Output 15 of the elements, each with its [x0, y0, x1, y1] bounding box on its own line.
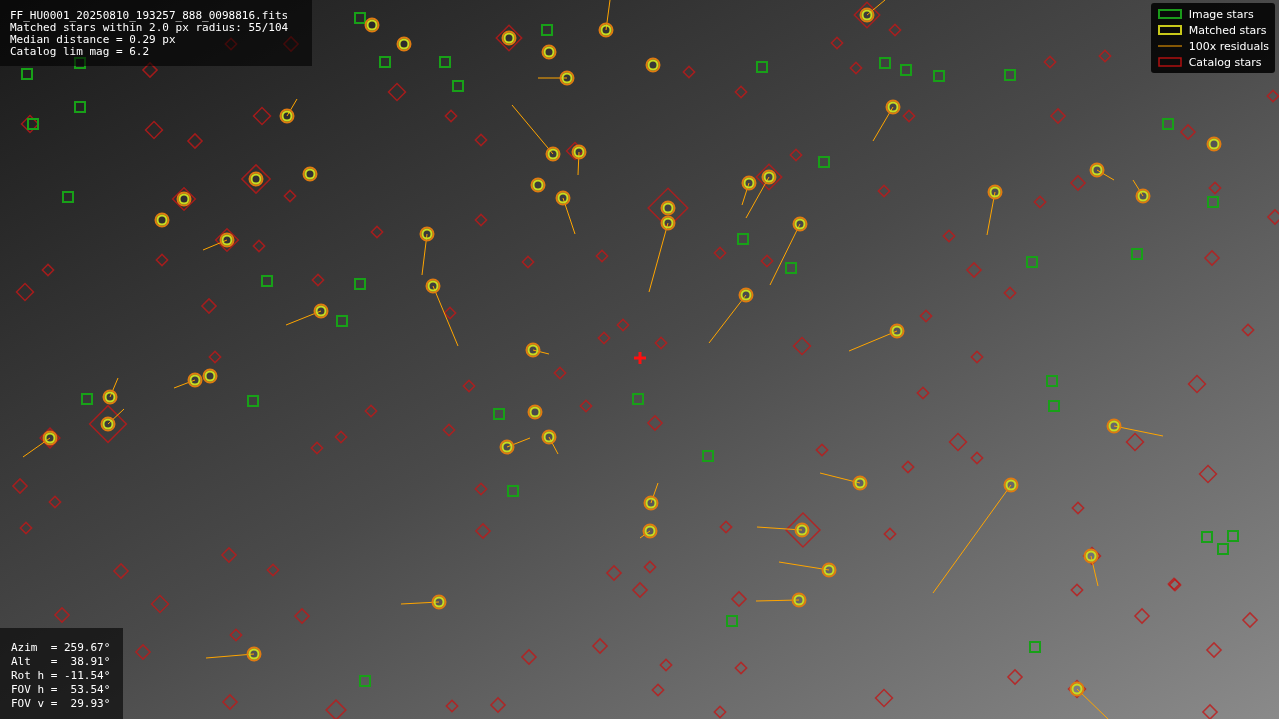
header-text: Matched stars within 2.0 px radius: 55/104 — [10, 22, 290, 34]
pointing-text: FOV v = 29.93° — [11, 697, 112, 711]
pointing-text: Azim = 259.67° — [11, 641, 112, 655]
pointing-text: Alt = 38.91° — [11, 655, 112, 669]
header-text: Catalog lim mag = 6.2 — [10, 46, 151, 58]
pointing-text: Rot h = -11.54° — [11, 669, 112, 683]
legend-label: Matched stars — [1188, 23, 1267, 37]
pointing-text: FOV h = 53.54° — [11, 683, 112, 697]
header-text: FF_HU0001_20250810_193257_888_0098816.fits — [10, 10, 290, 22]
legend-label: Catalog stars — [1188, 55, 1262, 69]
header-text: Median distance = 0.29 px — [10, 34, 177, 46]
legend-label: 100x residuals — [1188, 39, 1269, 53]
legend-label: Image stars — [1188, 7, 1254, 21]
image-star-swatch-icon — [1156, 8, 1183, 20]
matched-star-swatch-icon — [1156, 24, 1183, 36]
